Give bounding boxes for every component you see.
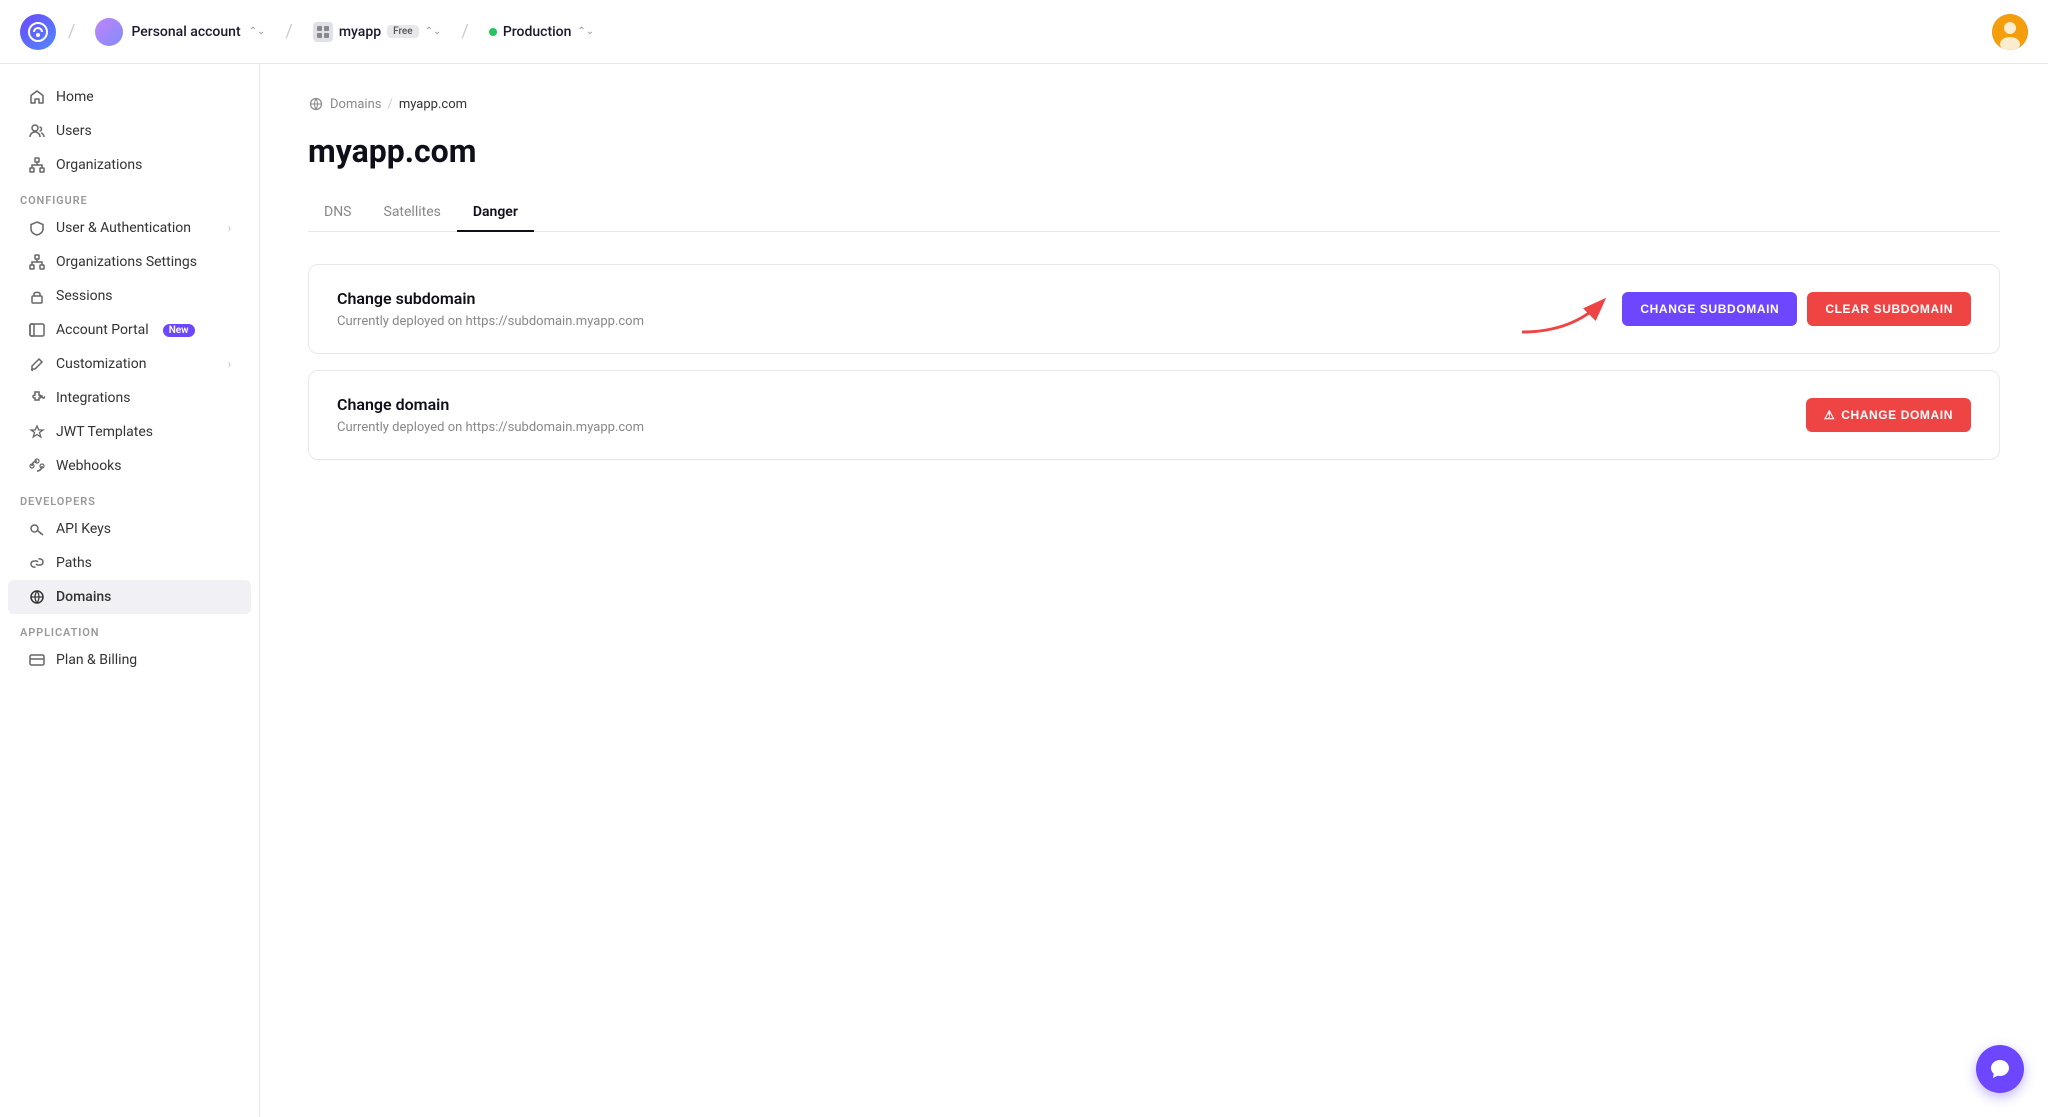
sidebar-item-customization[interactable]: Customization › <box>8 347 251 381</box>
sidebar-item-integrations[interactable]: Integrations <box>8 381 251 415</box>
app-chevron-icon: ⌃⌄ <box>425 26 442 37</box>
env-selector[interactable]: Production ⌃⌄ <box>481 20 602 44</box>
app-badge: Free <box>387 25 419 38</box>
star-icon <box>28 423 46 441</box>
organizations-icon <box>28 156 46 174</box>
clear-subdomain-button[interactable]: CLEAR SUBDOMAIN <box>1807 292 1971 326</box>
sidebar-item-home[interactable]: Home <box>8 80 251 114</box>
sidebar-item-account-portal-label: Account Portal <box>56 322 149 338</box>
user-auth-chevron-icon: › <box>228 222 231 235</box>
change-domain-title: Change domain <box>337 395 644 414</box>
tab-satellites[interactable]: Satellites <box>368 194 457 232</box>
users-icon <box>28 122 46 140</box>
sidebar-item-sessions-label: Sessions <box>56 288 113 304</box>
sidebar-item-jwt-templates[interactable]: JWT Templates <box>8 415 251 449</box>
puzzle-icon <box>28 389 46 407</box>
sidebar-item-organizations-label: Organizations <box>56 157 142 173</box>
account-portal-badge: New <box>163 324 195 337</box>
tabs: DNS Satellites Danger <box>308 194 2000 232</box>
sidebar-item-org-settings-label: Organizations Settings <box>56 254 197 270</box>
env-chevron-icon: ⌃⌄ <box>577 26 594 37</box>
change-subdomain-actions: CHANGE SUBDOMAIN CLEAR SUBDOMAIN <box>1622 292 1971 326</box>
sidebar-item-organizations[interactable]: Organizations <box>8 148 251 182</box>
sidebar-item-paths[interactable]: Paths <box>8 546 251 580</box>
top-nav: / Personal account ⌃⌄ / myapp Free ⌃⌄ / … <box>0 0 2048 64</box>
user-avatar[interactable] <box>1992 14 2028 50</box>
org-settings-icon <box>28 253 46 271</box>
customization-chevron-icon: › <box>228 358 231 371</box>
globe-breadcrumb-icon <box>308 96 324 112</box>
brush-icon <box>28 355 46 373</box>
portal-icon <box>28 321 46 339</box>
change-subdomain-desc: Currently deployed on https://subdomain.… <box>337 314 644 329</box>
sidebar-item-org-settings[interactable]: Organizations Settings <box>8 245 251 279</box>
change-domain-desc: Currently deployed on https://subdomain.… <box>337 420 644 435</box>
change-subdomain-button[interactable]: CHANGE SUBDOMAIN <box>1622 292 1797 326</box>
sidebar-item-users[interactable]: Users <box>8 114 251 148</box>
webhooks-icon <box>28 457 46 475</box>
breadcrumb: Domains / myapp.com <box>308 96 2000 112</box>
change-domain-card: Change domain Currently deployed on http… <box>308 370 2000 460</box>
change-domain-button-label: CHANGE DOMAIN <box>1841 408 1953 422</box>
change-subdomain-card: Change subdomain Currently deployed on h… <box>308 264 2000 354</box>
app-icon <box>313 22 333 42</box>
sidebar-item-plan-billing-label: Plan & Billing <box>56 652 137 668</box>
sidebar-item-api-keys-label: API Keys <box>56 521 111 537</box>
main-content: Domains / myapp.com myapp.com DNS Satell… <box>260 64 2048 1117</box>
sidebar-item-users-label: Users <box>56 123 92 139</box>
sidebar-item-integrations-label: Integrations <box>56 390 130 406</box>
account-chevron-icon: ⌃⌄ <box>249 26 266 37</box>
sidebar-item-account-portal[interactable]: Account Portal New <box>8 313 251 347</box>
developers-section-label: DEVELOPERS <box>0 483 259 512</box>
change-domain-actions: ⚠ CHANGE DOMAIN <box>1806 398 1971 432</box>
sidebar: Home Users Organizations CONFIGURE User … <box>0 64 260 1117</box>
breadcrumb-current: myapp.com <box>399 97 467 112</box>
sidebar-item-plan-billing[interactable]: Plan & Billing <box>8 643 251 677</box>
sidebar-item-sessions[interactable]: Sessions <box>8 279 251 313</box>
home-icon <box>28 88 46 106</box>
app-logo <box>20 14 56 50</box>
key-icon <box>28 520 46 538</box>
change-subdomain-title: Change subdomain <box>337 289 644 308</box>
sidebar-item-webhooks-label: Webhooks <box>56 458 122 474</box>
shield-icon <box>28 219 46 237</box>
lock-icon <box>28 287 46 305</box>
sidebar-item-webhooks[interactable]: Webhooks <box>8 449 251 483</box>
account-avatar <box>95 18 123 46</box>
sidebar-item-jwt-templates-label: JWT Templates <box>56 424 153 440</box>
page-title: myapp.com <box>308 132 2000 170</box>
configure-section-label: CONFIGURE <box>0 182 259 211</box>
application-section-label: APPLICATION <box>0 614 259 643</box>
billing-icon <box>28 651 46 669</box>
tab-dns[interactable]: DNS <box>308 194 368 232</box>
change-domain-info: Change domain Currently deployed on http… <box>337 395 644 435</box>
app-selector[interactable]: myapp Free ⌃⌄ <box>305 18 450 46</box>
env-status-dot <box>489 28 497 36</box>
sidebar-item-paths-label: Paths <box>56 555 92 571</box>
sidebar-item-customization-label: Customization <box>56 356 146 372</box>
globe-icon <box>28 588 46 606</box>
sidebar-item-api-keys[interactable]: API Keys <box>8 512 251 546</box>
sidebar-item-domains-label: Domains <box>56 589 111 605</box>
account-selector[interactable]: Personal account ⌃⌄ <box>87 14 273 50</box>
account-label: Personal account <box>131 24 240 40</box>
sidebar-item-user-auth-label: User & Authentication <box>56 220 191 236</box>
warning-icon: ⚠ <box>1824 408 1835 422</box>
env-label: Production <box>503 24 572 40</box>
change-subdomain-info: Change subdomain Currently deployed on h… <box>337 289 644 329</box>
link-icon <box>28 554 46 572</box>
sidebar-item-home-label: Home <box>56 89 94 105</box>
tab-danger[interactable]: Danger <box>457 194 534 232</box>
chat-fab[interactable] <box>1976 1045 2024 1093</box>
breadcrumb-domains[interactable]: Domains <box>330 97 381 112</box>
change-domain-button[interactable]: ⚠ CHANGE DOMAIN <box>1806 398 1971 432</box>
sidebar-item-domains[interactable]: Domains <box>8 580 251 614</box>
app-name: myapp <box>339 24 381 40</box>
sidebar-item-user-auth[interactable]: User & Authentication › <box>8 211 251 245</box>
